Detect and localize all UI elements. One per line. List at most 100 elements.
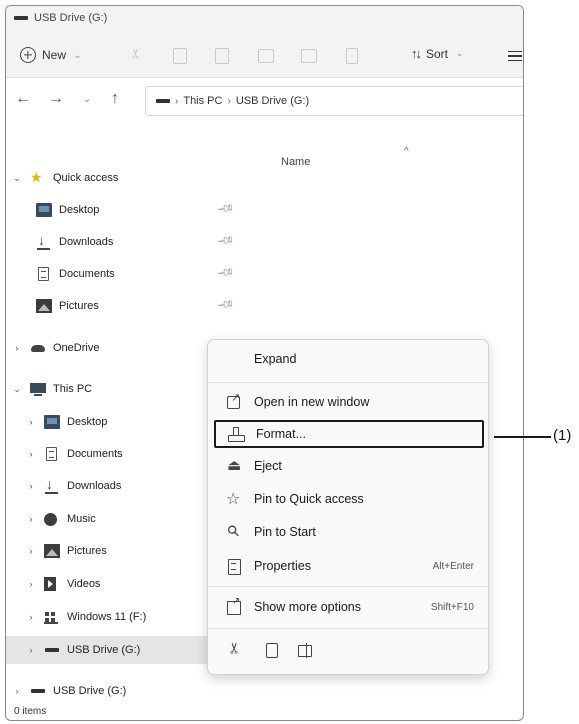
chevron-right-icon[interactable]: › xyxy=(24,449,38,459)
chevron-right-icon[interactable]: › xyxy=(10,686,24,696)
sidebar-item-pc-videos[interactable]: › Videos xyxy=(6,570,211,598)
sidebar-item-onedrive[interactable]: › OneDrive xyxy=(6,334,211,362)
menu-item-format[interactable]: Format... xyxy=(214,420,484,448)
copy-icon[interactable] xyxy=(173,48,187,64)
menu-item-label: Properties xyxy=(254,559,311,573)
pin-icon xyxy=(226,524,242,540)
sidebar-item-usb-drive[interactable]: › USB Drive (G:) xyxy=(6,677,211,705)
chevron-right-icon[interactable]: › xyxy=(24,417,38,427)
menu-item-open-new-window[interactable]: Open in new window xyxy=(214,388,484,416)
delete-icon[interactable] xyxy=(346,48,358,64)
menu-item-show-more-options[interactable]: Show more options Shift+F10 xyxy=(214,593,484,621)
breadcrumb-usb-drive[interactable]: USB Drive (G:) xyxy=(236,95,309,107)
chevron-right-icon[interactable]: › xyxy=(10,343,24,353)
chevron-right-icon: › xyxy=(175,95,179,107)
sidebar-item-label: Windows 11 (F:) xyxy=(67,611,147,623)
back-arrow-icon[interactable]: ← xyxy=(14,90,32,108)
recent-locations-chevron-icon[interactable]: ⌄ xyxy=(78,94,96,105)
breadcrumb-this-pc[interactable]: This PC xyxy=(183,95,222,107)
view-options-icon[interactable] xyxy=(508,51,522,61)
shortcut-label: Shift+F10 xyxy=(430,601,474,613)
sort-ascending-icon: ^ xyxy=(404,146,409,157)
windows-drive-icon xyxy=(44,610,60,624)
sidebar-item-label: Desktop xyxy=(59,204,100,216)
sidebar-item-label: Quick access xyxy=(53,172,119,184)
menu-item-label: Eject xyxy=(254,459,282,473)
chevron-down-icon[interactable]: ⌄ xyxy=(10,173,24,184)
menu-item-pin-start[interactable]: Pin to Start xyxy=(214,518,484,546)
sidebar-item-quick-access[interactable]: ⌄ Quick access xyxy=(6,164,211,192)
chevron-right-icon[interactable]: › xyxy=(24,579,38,589)
rename-icon[interactable] xyxy=(258,49,274,63)
computer-icon xyxy=(30,382,46,396)
download-icon xyxy=(36,232,52,250)
rename-icon[interactable] xyxy=(297,642,313,658)
item-count: 0 items xyxy=(14,706,47,717)
menu-divider xyxy=(208,586,488,587)
star-icon xyxy=(30,169,46,186)
sidebar-item-label: USB Drive (G:) xyxy=(53,685,127,697)
chevron-right-icon[interactable]: › xyxy=(24,481,38,491)
open-new-window-icon xyxy=(226,391,242,410)
address-bar-row: ← → ⌄ ↑ › This PC › USB Drive (G:) xyxy=(6,78,523,124)
copy-icon[interactable] xyxy=(263,642,279,658)
chevron-right-icon[interactable]: › xyxy=(24,514,38,524)
menu-item-eject[interactable]: Eject xyxy=(214,452,484,480)
sidebar-item-this-pc[interactable]: ⌄ This PC xyxy=(6,375,211,403)
cut-icon[interactable] xyxy=(228,642,244,658)
sidebar-item-label: Downloads xyxy=(67,480,122,492)
chevron-down-icon: ⌄ xyxy=(456,48,464,58)
sidebar-item-pc-desktop[interactable]: › Desktop xyxy=(6,408,211,436)
chevron-right-icon[interactable]: › xyxy=(24,645,38,655)
sort-button[interactable]: ↑↓ Sort ⌄ xyxy=(411,46,464,61)
menu-divider xyxy=(208,382,488,383)
chevron-down-icon: ⌄ xyxy=(74,49,82,60)
sidebar-item-label: Music xyxy=(67,513,96,525)
command-bar: New ⌄ ✂ ↑↓ Sort ⌄ xyxy=(6,32,523,78)
paste-icon[interactable] xyxy=(215,48,229,64)
sidebar-item-pc-documents[interactable]: › Documents xyxy=(6,440,211,468)
chevron-down-icon[interactable]: ⌄ xyxy=(10,384,24,395)
new-button[interactable]: New ⌄ xyxy=(20,44,82,66)
chevron-right-icon[interactable]: › xyxy=(24,612,38,622)
address-bar[interactable]: › This PC › USB Drive (G:) xyxy=(145,86,523,116)
sidebar-item-label: Documents xyxy=(67,448,123,460)
navigation-pane: ⌄ Quick access Desktop Downloads Documen… xyxy=(6,124,235,697)
title-bar: USB Drive (G:) xyxy=(6,6,523,32)
forward-arrow-icon[interactable]: → xyxy=(47,90,65,108)
sidebar-item-label: Pictures xyxy=(59,300,99,312)
sidebar-item-qa-pictures[interactable]: Pictures xyxy=(6,292,211,320)
menu-item-label: Format... xyxy=(256,427,307,441)
sidebar-item-label: Documents xyxy=(59,268,115,280)
column-header-name[interactable]: Name xyxy=(281,156,310,168)
sidebar-item-qa-documents[interactable]: Documents xyxy=(6,260,211,288)
menu-item-properties[interactable]: Properties Alt+Enter xyxy=(214,552,484,580)
menu-divider xyxy=(208,628,488,629)
cut-icon[interactable]: ✂ xyxy=(127,48,144,64)
menu-item-label: Expand xyxy=(254,352,297,366)
cloud-icon xyxy=(30,341,46,355)
sidebar-item-label: Desktop xyxy=(67,416,108,428)
share-icon[interactable] xyxy=(301,49,317,63)
sidebar-item-pc-downloads[interactable]: › Downloads xyxy=(6,472,211,500)
menu-item-expand[interactable]: Expand xyxy=(214,345,484,373)
up-arrow-icon[interactable]: ↑ xyxy=(106,90,124,108)
sidebar-item-label: Downloads xyxy=(59,236,114,248)
sidebar-item-label: Pictures xyxy=(67,545,107,557)
menu-item-label: Open in new window xyxy=(254,395,370,409)
menu-item-label: Pin to Start xyxy=(254,525,316,539)
more-options-icon xyxy=(226,596,242,615)
menu-item-pin-quick-access[interactable]: Pin to Quick access xyxy=(214,485,484,513)
sidebar-item-pc-pictures[interactable]: › Pictures xyxy=(6,537,211,565)
chevron-right-icon[interactable]: › xyxy=(24,546,38,556)
sidebar-item-pc-windows-drive[interactable]: › Windows 11 (F:) xyxy=(6,603,211,631)
sidebar-item-label: This PC xyxy=(53,383,93,395)
desktop-icon xyxy=(44,415,60,429)
sidebar-item-pc-music[interactable]: › Music xyxy=(6,505,211,533)
sidebar-item-pc-usb-drive[interactable]: › USB Drive (G:) xyxy=(6,636,211,664)
sort-button-label: Sort xyxy=(426,46,449,61)
sidebar-item-qa-desktop[interactable]: Desktop xyxy=(6,196,211,224)
eject-icon xyxy=(226,456,242,474)
callout-label: (1) xyxy=(553,427,572,444)
sidebar-item-qa-downloads[interactable]: Downloads xyxy=(6,228,211,256)
